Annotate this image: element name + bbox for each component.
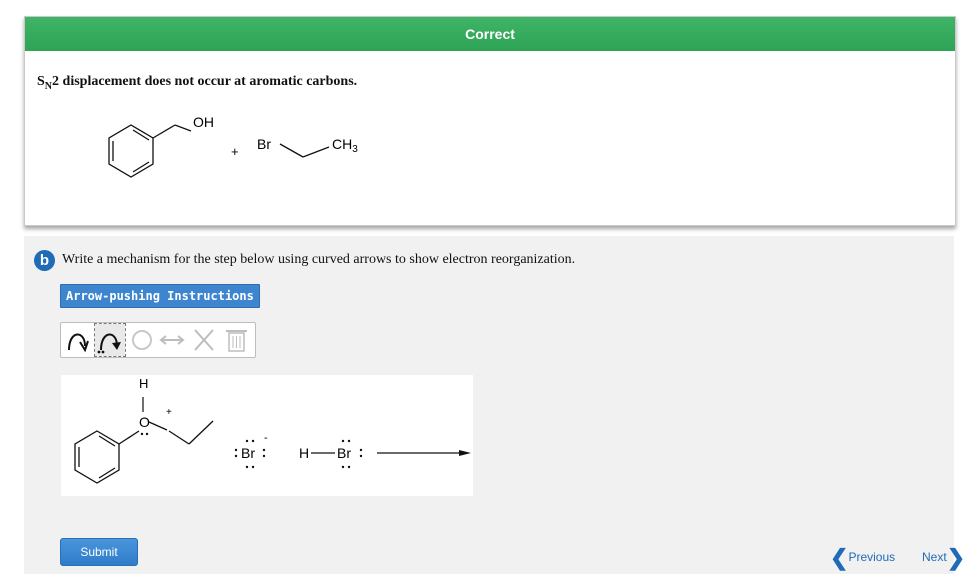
feedback-message-sub: N bbox=[44, 80, 53, 92]
feedback-structure-figure: OH + Br CH3 bbox=[85, 111, 367, 200]
trash-icon[interactable] bbox=[221, 324, 251, 356]
curved-arrow-pair-icon[interactable] bbox=[94, 323, 126, 357]
feedback-message: SN2 displacement does not occur at aroma… bbox=[37, 74, 357, 92]
part-badge: b bbox=[34, 250, 55, 271]
feedback-message-rest: 2 displacement does not occur at aromati… bbox=[52, 74, 358, 89]
feedback-message-s: S bbox=[37, 74, 45, 89]
reaction-arrow-head bbox=[459, 450, 471, 456]
bromine-label: Br bbox=[257, 136, 271, 152]
positive-charge-label: + bbox=[166, 407, 172, 418]
mechanism-canvas[interactable]: H O + Br - H Br bbox=[61, 375, 473, 496]
previous-label: Previous bbox=[848, 550, 896, 564]
plus-sign: + bbox=[231, 144, 239, 159]
arrow-pushing-instructions-button[interactable]: Arrow-pushing Instructions bbox=[60, 284, 260, 308]
hbr-hydrogen-label: H bbox=[299, 445, 309, 461]
bromide-label: Br bbox=[241, 445, 255, 461]
submit-button[interactable]: Submit bbox=[60, 538, 138, 566]
feedback-card: Correct SN2 displacement does not occur … bbox=[24, 16, 956, 226]
next-button[interactable]: Next❯ bbox=[922, 546, 965, 568]
previous-button[interactable]: ❮Previous bbox=[830, 546, 895, 568]
part-b-section: b Write a mechanism for the step below u… bbox=[24, 236, 954, 574]
circle-icon[interactable] bbox=[127, 324, 157, 356]
oxygen-lone-pair bbox=[140, 432, 149, 436]
feedback-status: Correct bbox=[25, 17, 955, 51]
next-label: Next bbox=[922, 550, 947, 564]
benzene-ring bbox=[74, 397, 214, 484]
chevron-left-icon: ❮ bbox=[830, 544, 849, 570]
delete-x-icon[interactable] bbox=[189, 324, 219, 356]
oxonium-o-label: O bbox=[139, 414, 150, 430]
part-prompt: Write a mechanism for the step below usi… bbox=[62, 252, 576, 267]
hbr-bromine-label: Br bbox=[337, 445, 351, 461]
chevron-right-icon: ❯ bbox=[946, 544, 966, 570]
arrow-toolbar bbox=[60, 322, 256, 358]
negative-charge-label: - bbox=[264, 432, 268, 444]
hydroxyl-label: OH bbox=[193, 114, 214, 130]
proton-h-label: H bbox=[139, 376, 148, 391]
resonance-arrow-icon[interactable] bbox=[157, 324, 187, 356]
curved-arrow-single-electron-icon[interactable] bbox=[63, 324, 93, 356]
